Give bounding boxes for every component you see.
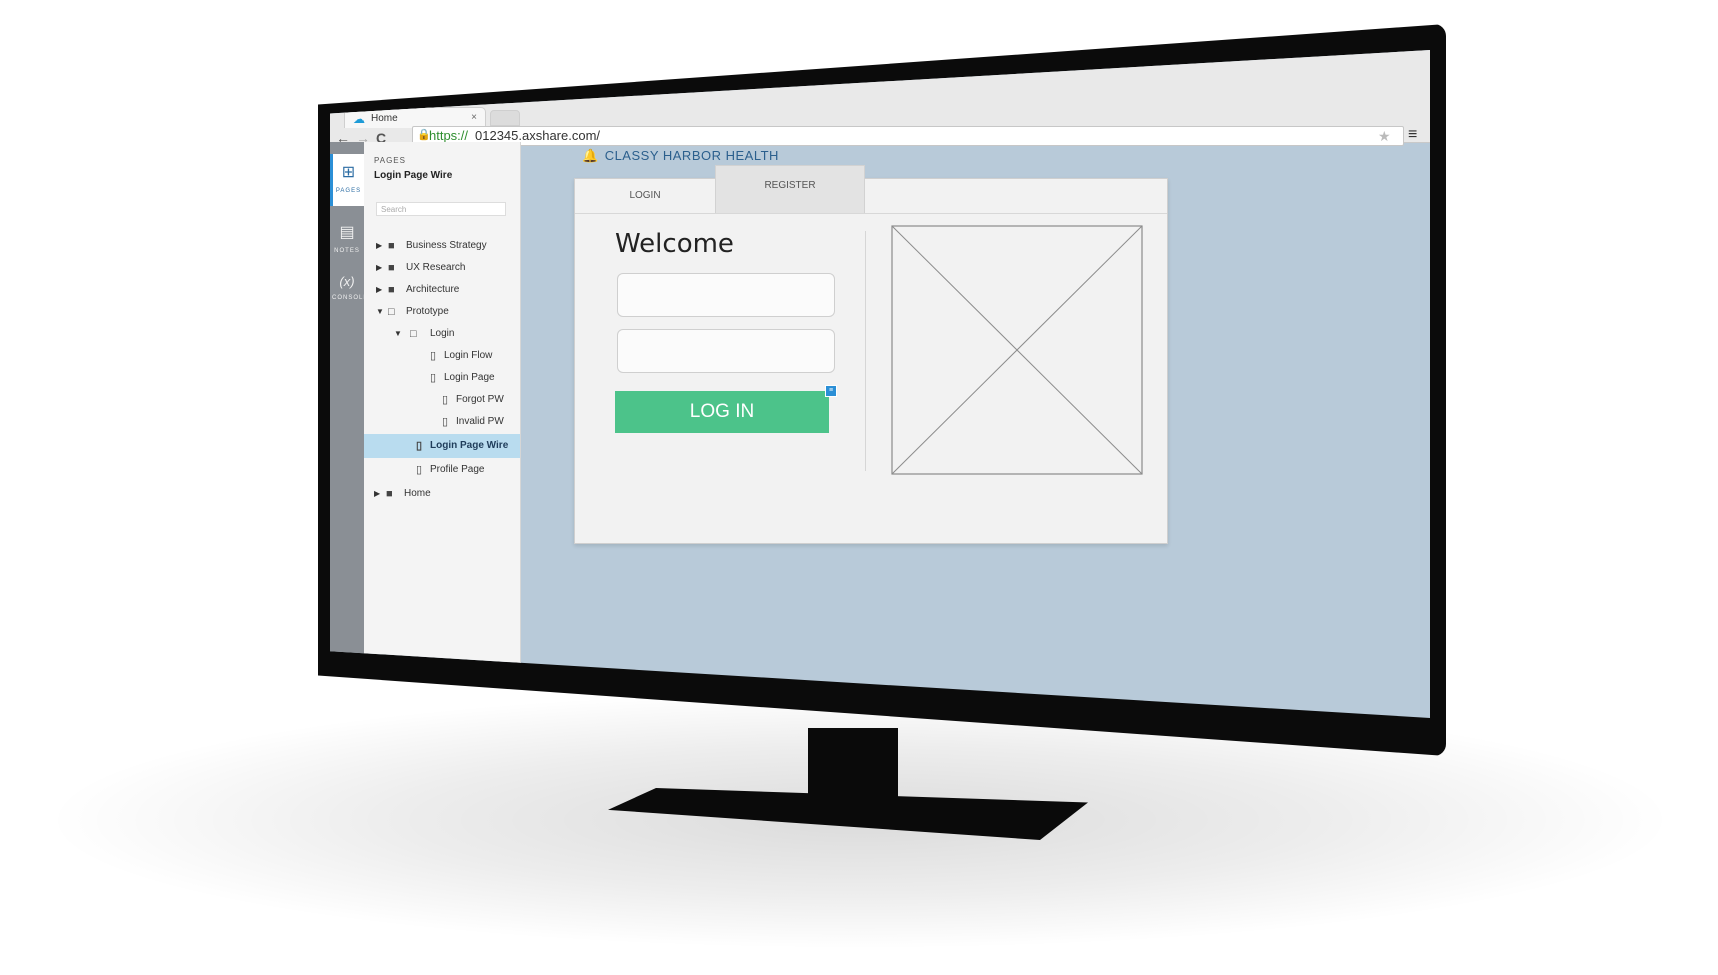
expand-arrow-icon[interactable]: ▶ — [376, 236, 382, 256]
folder-icon: ■ — [388, 240, 395, 252]
sitemap-icon: ⊞ — [341, 164, 356, 181]
tree-item-business-strategy[interactable]: ▶ ■ Business Strategy — [364, 236, 520, 256]
rail-notes-label: NOTES — [334, 248, 360, 254]
monitor-screen: ☁ Home × ← → C 🔒 https:// 012345.axshare… — [330, 50, 1430, 718]
tree-item-forgot-pw[interactable]: ▯ Forgot PW — [364, 390, 520, 410]
tree-item-label: Login — [430, 328, 455, 339]
tree-item-label: Home — [404, 488, 431, 499]
address-bar[interactable]: 🔒 https:// 012345.axshare.com/ — [412, 126, 1404, 146]
page-icon: ▯ — [442, 416, 449, 428]
expand-arrow-icon[interactable]: ▶ — [374, 484, 380, 504]
tree-item-login-page[interactable]: ▯ Login Page — [364, 368, 520, 388]
url-host: 012345.axshare.com/ — [475, 128, 601, 143]
tree-item-invalid-pw[interactable]: ▯ Invalid PW — [364, 412, 520, 432]
pages-caption: PAGES — [374, 156, 406, 165]
tree-item-login-page-wire[interactable]: ▯ Login Page Wire — [364, 434, 520, 458]
page-icon: ▯ — [442, 394, 449, 406]
tree-item-label: UX Research — [406, 262, 466, 273]
tree-item-label: Invalid PW — [456, 416, 504, 427]
card-divider — [865, 231, 866, 471]
note-badge-icon[interactable]: ≡ — [825, 385, 837, 397]
expand-arrow-icon[interactable]: ▶ — [376, 258, 382, 278]
tree-item-login-flow[interactable]: ▯ Login Flow — [364, 346, 520, 366]
tab-register[interactable]: REGISTER — [715, 165, 865, 214]
close-icon[interactable]: × — [471, 112, 477, 123]
login-button[interactable]: LOG IN — [615, 391, 829, 433]
tab-divider — [575, 213, 1167, 214]
rail-notes[interactable]: ▤ NOTES — [332, 214, 362, 266]
tree-item-profile-page[interactable]: ▯ Profile Page — [364, 460, 520, 480]
cloud-icon: ☁ — [353, 112, 365, 126]
tree-item-label: Login Flow — [444, 350, 493, 361]
open-folder-icon: □ — [388, 306, 395, 318]
folder-icon: ■ — [388, 262, 395, 274]
image-placeholder — [891, 225, 1143, 475]
new-tab-button[interactable] — [490, 110, 520, 126]
tree-item-architecture[interactable]: ▶ ■ Architecture — [364, 280, 520, 300]
tree-item-label: Business Strategy — [406, 240, 487, 251]
folder-icon: ■ — [388, 284, 395, 296]
tree-item-home[interactable]: ▶ ■ Home — [364, 484, 520, 504]
folder-icon: ■ — [386, 488, 393, 500]
notes-icon: ▤ — [339, 224, 355, 241]
page-icon: ▯ — [430, 372, 437, 384]
tree-item-label: Forgot PW — [456, 394, 504, 405]
pages-panel: PAGES Login Page Wire Search ▶ ■ Busines… — [364, 142, 521, 718]
tree-item-label: Login Page — [444, 372, 495, 383]
page-icon: ▯ — [416, 440, 423, 452]
bookmark-star-icon[interactable]: ★ — [1378, 128, 1391, 145]
left-rail: ⊞ PAGES ▤ NOTES (x) CONSOLE — [330, 142, 369, 718]
tab-title: Home — [371, 113, 398, 124]
open-folder-icon: □ — [410, 328, 417, 340]
page-icon: ▯ — [430, 350, 437, 362]
search-input[interactable]: Search — [376, 202, 506, 216]
collapse-arrow-icon[interactable]: ▼ — [394, 324, 402, 344]
tree-item-prototype[interactable]: ▼ □ Prototype — [364, 302, 520, 322]
tree-item-login[interactable]: ▼ □ Login — [364, 324, 520, 344]
tree-item-label: Architecture — [406, 284, 460, 295]
tree-item-label: Prototype — [406, 306, 449, 317]
url-scheme: https:// — [429, 128, 469, 143]
bell-icon: 🔔 — [582, 148, 599, 163]
tree-item-label: Profile Page — [430, 464, 485, 475]
brand-header: 🔔 CLASSY HARBOR HEALTH — [582, 148, 779, 164]
tree-item-label: Login Page Wire — [430, 440, 509, 451]
tree-item-ux-research[interactable]: ▶ ■ UX Research — [364, 258, 520, 278]
rail-pages-label: PAGES — [335, 188, 362, 194]
rail-pages[interactable]: ⊞ PAGES — [330, 154, 364, 206]
welcome-heading: Welcome — [615, 229, 734, 259]
rail-console-label: CONSOLE — [332, 295, 369, 301]
login-card: REGISTER LOGIN Welcome LOG IN ≡ — [574, 165, 1168, 544]
password-field[interactable] — [617, 329, 835, 373]
tab-login[interactable]: LOGIN — [575, 179, 715, 213]
collapse-arrow-icon[interactable]: ▼ — [376, 302, 384, 322]
expand-arrow-icon[interactable]: ▶ — [376, 280, 382, 300]
variables-icon: (x) — [339, 274, 355, 289]
brand-name: CLASSY HARBOR HEALTH — [604, 148, 779, 163]
page-icon: ▯ — [416, 464, 423, 476]
menu-icon[interactable]: ≡ — [1408, 126, 1417, 144]
username-field[interactable] — [617, 273, 835, 317]
rail-console[interactable]: (x) CONSOLE — [332, 266, 369, 318]
current-page-name: Login Page Wire — [374, 170, 453, 181]
